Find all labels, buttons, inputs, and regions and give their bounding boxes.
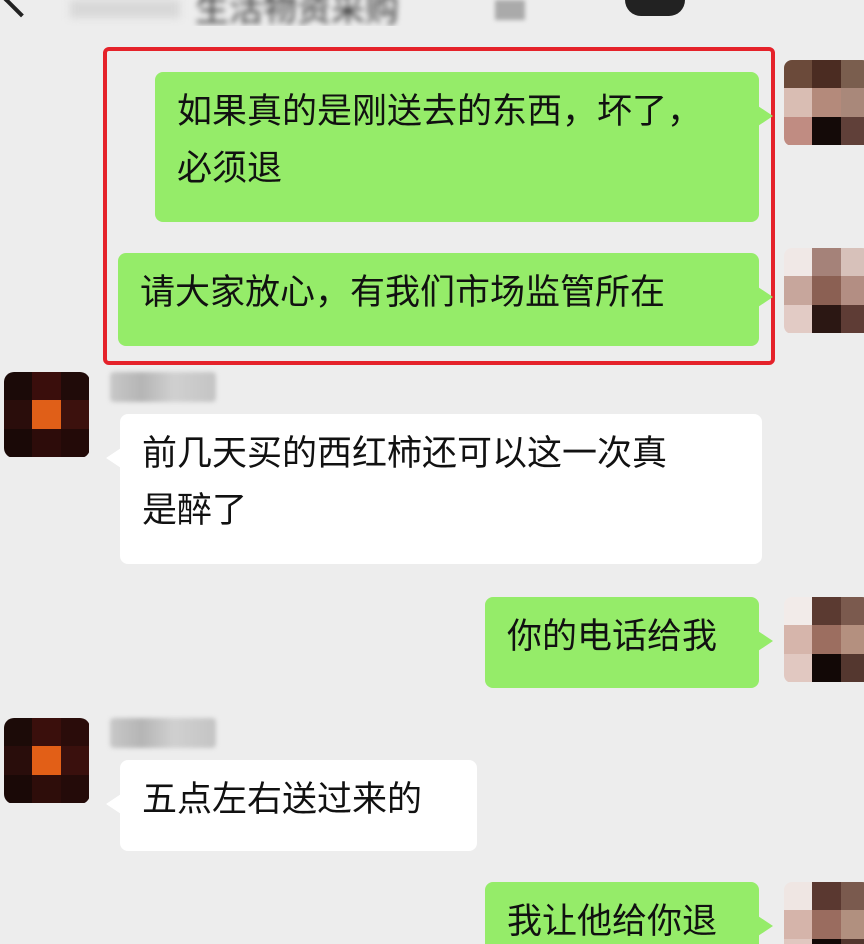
message-line: 我让他给你退 (507, 902, 718, 942)
chevron-left-icon[interactable] (2, 0, 40, 18)
message-bubble-incoming[interactable]: 前几天买的西红柿还可以这一次真 是醉了 (106, 414, 762, 564)
message-line: 五点左右送过来的 (142, 780, 423, 820)
header-blur-left (70, 0, 180, 18)
message-line: 如果真的是刚送去的东西，坏了， (177, 92, 703, 132)
header-blur-right (625, 0, 685, 16)
avatar[interactable] (784, 248, 864, 334)
avatar[interactable] (4, 372, 90, 458)
avatar[interactable] (784, 597, 864, 683)
message-line: 是醉了 (142, 491, 248, 531)
header-blur-mid (495, 0, 525, 20)
avatar[interactable] (784, 882, 864, 944)
sender-name-blur (110, 718, 216, 748)
avatar[interactable] (784, 60, 864, 146)
avatar[interactable] (4, 718, 90, 804)
sender-name-blur (110, 372, 216, 402)
message-line: 请大家放心，有我们市场监管所在 (140, 273, 666, 313)
message-bubble-outgoing[interactable]: 你的电话给我 (485, 597, 773, 688)
message-bubble-outgoing[interactable]: 如果真的是刚送去的东西，坏了， 必须退 (155, 72, 773, 222)
message-line: 你的电话给我 (507, 617, 718, 657)
message-bubble-outgoing[interactable]: 请大家放心，有我们市场监管所在 (118, 253, 773, 346)
message-line: 必须退 (177, 149, 283, 189)
message-line: 前几天买的西红柿还可以这一次真 (142, 434, 668, 474)
chat-header: 生活物资采购 (0, 0, 864, 26)
message-bubble-incoming[interactable]: 五点左右送过来的 (106, 760, 477, 851)
chat-title: 生活物资采购 (195, 0, 399, 26)
message-bubble-outgoing[interactable]: 我让他给你退 (485, 882, 773, 944)
